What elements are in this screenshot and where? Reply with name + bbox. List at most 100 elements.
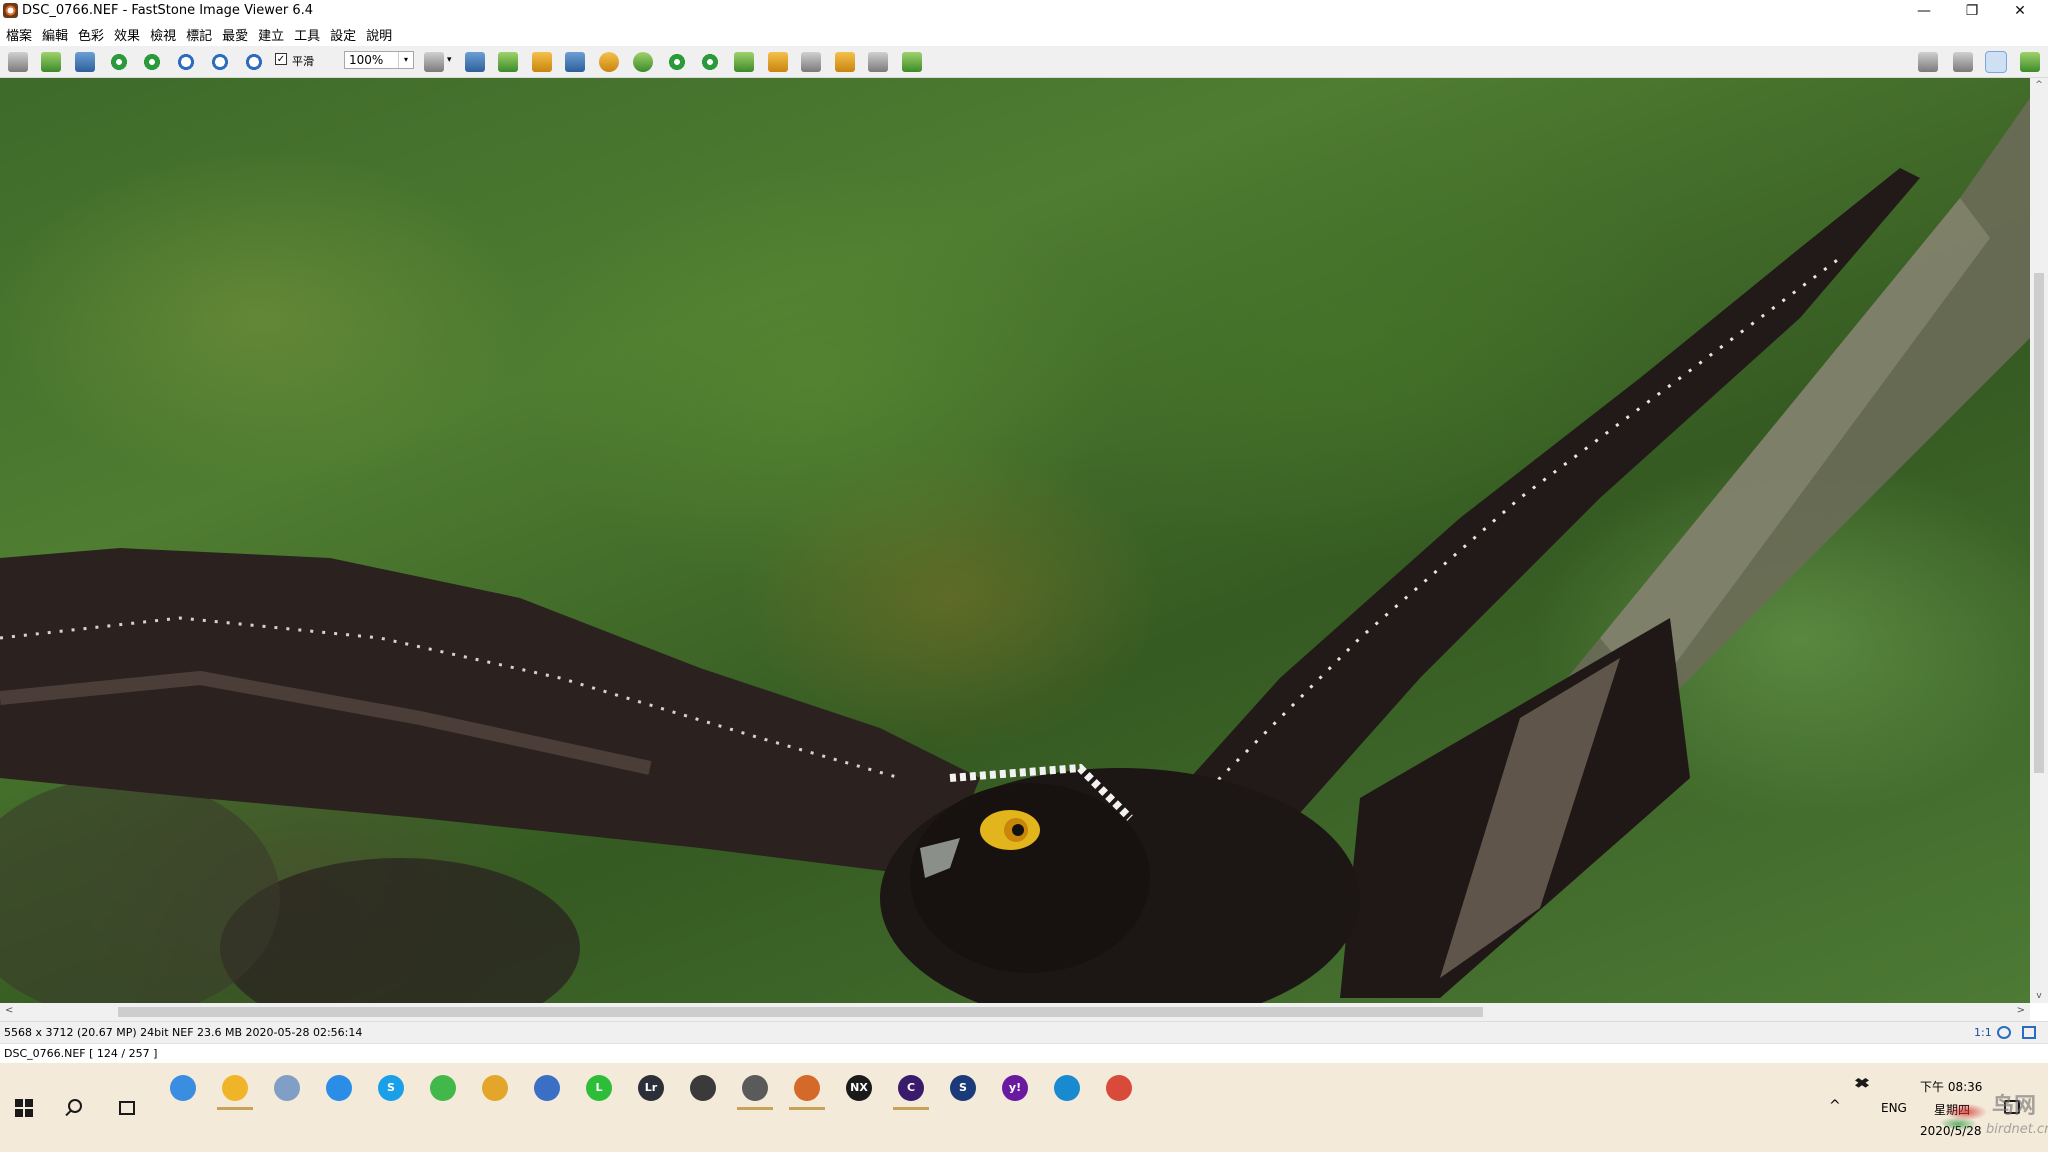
fullscreen-icon[interactable] xyxy=(2020,52,2040,72)
rotate-left-icon[interactable] xyxy=(667,52,687,72)
menu-bar: 檔案 編輯 色彩 效果 檢視 標記 最愛 建立 工具 設定 說明 xyxy=(0,22,2048,46)
menu-edit[interactable]: 編輯 xyxy=(42,25,68,44)
faststone-icon[interactable] xyxy=(794,1075,820,1101)
line-icon[interactable]: L xyxy=(586,1075,612,1101)
compare-icon[interactable] xyxy=(734,52,754,72)
fit-window-icon[interactable] xyxy=(1997,1026,2011,1039)
menu-create[interactable]: 建立 xyxy=(258,25,284,44)
nx-studio-label: NX xyxy=(850,1081,868,1094)
edge-icon[interactable] xyxy=(1054,1075,1080,1101)
zoom-ratio-button[interactable]: 1:1 xyxy=(1974,1026,1992,1039)
menu-file[interactable]: 檔案 xyxy=(6,25,32,44)
open-icon[interactable] xyxy=(8,52,28,72)
image-info-text: 5568 x 3712 (20.67 MP) 24bit NEF 23.6 MB… xyxy=(4,1026,363,1039)
save-icon[interactable] xyxy=(75,52,95,72)
layout-active-icon[interactable] xyxy=(1985,51,2007,73)
tag-icon[interactable] xyxy=(902,52,922,72)
zoom-out-icon[interactable] xyxy=(210,52,230,72)
scroll-down-arrow[interactable]: v xyxy=(2030,991,2048,1001)
menu-color[interactable]: 色彩 xyxy=(78,25,104,44)
wallpaper-icon[interactable] xyxy=(801,52,821,72)
running-indicator xyxy=(893,1107,929,1110)
restore-button[interactable]: ❐ xyxy=(1948,0,1996,22)
menu-help[interactable]: 說明 xyxy=(366,25,392,44)
skype-label: S xyxy=(387,1081,395,1094)
zoom-combobox[interactable]: 100% ▾ xyxy=(344,51,414,69)
zoom-in-icon[interactable] xyxy=(176,52,196,72)
next-icon[interactable] xyxy=(142,52,162,72)
smooth-label: 平滑 xyxy=(292,55,314,68)
close-button[interactable]: ✕ xyxy=(1996,0,2044,22)
hand-tool-icon[interactable] xyxy=(424,52,444,72)
full-view-icon[interactable] xyxy=(2022,1026,2036,1039)
wechat-icon[interactable] xyxy=(430,1075,456,1101)
running-indicator xyxy=(737,1107,773,1110)
menu-view[interactable]: 檢視 xyxy=(150,25,176,44)
search-icon[interactable] xyxy=(68,1099,82,1113)
face-icon[interactable] xyxy=(633,52,653,72)
adjust-icon[interactable] xyxy=(532,52,552,72)
running-indicator xyxy=(217,1107,253,1110)
nx-studio-icon[interactable]: NX xyxy=(846,1075,872,1101)
file-position-bar: DSC_0766.NEF [ 124 / 257 ] xyxy=(0,1043,2048,1063)
windows-start-icon[interactable] xyxy=(15,1099,33,1117)
yahoo-label: y! xyxy=(1008,1081,1022,1094)
horizontal-scroll-thumb[interactable] xyxy=(118,1007,1483,1017)
browser-globe-icon[interactable] xyxy=(534,1075,560,1101)
vertical-scroll-thumb[interactable] xyxy=(2034,273,2044,773)
clapper-icon[interactable] xyxy=(742,1075,768,1101)
shield-app-icon[interactable]: S xyxy=(950,1075,976,1101)
input-language[interactable]: ENG xyxy=(1881,1101,1907,1115)
print-icon[interactable] xyxy=(868,52,888,72)
lightroom-label: Lr xyxy=(644,1081,658,1094)
zoom-value: 100% xyxy=(349,53,384,67)
watermark-text: 鸟网 xyxy=(1992,1094,2037,1119)
layout-1-icon[interactable] xyxy=(1918,52,1938,72)
chevron-down-icon[interactable]: ▾ xyxy=(398,52,413,68)
yahoo-icon[interactable]: y! xyxy=(1002,1075,1028,1101)
scroll-up-arrow[interactable]: ^ xyxy=(2030,80,2048,90)
notepad-icon[interactable] xyxy=(274,1075,300,1101)
horizontal-scrollbar[interactable]: < > xyxy=(0,1003,2030,1021)
slideshow-icon[interactable] xyxy=(768,52,788,72)
minimize-button[interactable]: — xyxy=(1900,0,1948,22)
finder-icon[interactable] xyxy=(170,1075,196,1101)
text-icon[interactable] xyxy=(565,52,585,72)
skype-icon[interactable]: S xyxy=(378,1075,404,1101)
menu-favorites[interactable]: 最愛 xyxy=(222,25,248,44)
hand-tool-dropdown[interactable]: ▾ xyxy=(447,55,452,65)
running-indicator xyxy=(789,1107,825,1110)
task-view-icon[interactable] xyxy=(119,1101,135,1115)
file-explorer-icon[interactable] xyxy=(222,1075,248,1101)
eagle-photo xyxy=(0,98,2030,1003)
menu-effects[interactable]: 效果 xyxy=(114,25,140,44)
rotate-right-icon[interactable] xyxy=(700,52,720,72)
photo-app-icon[interactable] xyxy=(482,1075,508,1101)
image-viewport[interactable] xyxy=(0,78,2030,1003)
smooth-checkbox[interactable]: ✓ xyxy=(275,53,287,65)
resize-icon[interactable] xyxy=(465,52,485,72)
crop-icon[interactable] xyxy=(498,52,518,72)
menu-tag[interactable]: 標記 xyxy=(186,25,212,44)
previous-icon[interactable] xyxy=(109,52,129,72)
capture-one-icon[interactable]: C xyxy=(898,1075,924,1101)
scroll-right-arrow[interactable]: > xyxy=(2017,1005,2025,1016)
window-title: DSC_0766.NEF - FastStone Image Viewer 6.… xyxy=(22,3,314,18)
capture-one-label: C xyxy=(906,1081,916,1094)
actual-size-icon[interactable] xyxy=(244,52,264,72)
scroll-left-arrow[interactable]: < xyxy=(5,1005,13,1016)
lightroom-icon[interactable]: Lr xyxy=(638,1075,664,1101)
tray-chevron-up-icon[interactable]: ^ xyxy=(1829,1098,1841,1114)
chrome-icon[interactable] xyxy=(1106,1075,1132,1101)
browse-icon[interactable] xyxy=(41,52,61,72)
menu-settings[interactable]: 設定 xyxy=(330,25,356,44)
vertical-scrollbar[interactable]: ^ v xyxy=(2030,78,2048,1003)
watermark-url: birdnet.cn xyxy=(1986,1122,2048,1137)
capture-icon[interactable] xyxy=(690,1075,716,1101)
email-icon[interactable] xyxy=(835,52,855,72)
onedrive-icon[interactable] xyxy=(326,1075,352,1101)
layout-2-icon[interactable] xyxy=(1953,52,1973,72)
windows-taskbar: S L Lr NX C Sy! xyxy=(0,1063,2048,1152)
menu-tools[interactable]: 工具 xyxy=(294,25,320,44)
color-icon[interactable] xyxy=(599,52,619,72)
